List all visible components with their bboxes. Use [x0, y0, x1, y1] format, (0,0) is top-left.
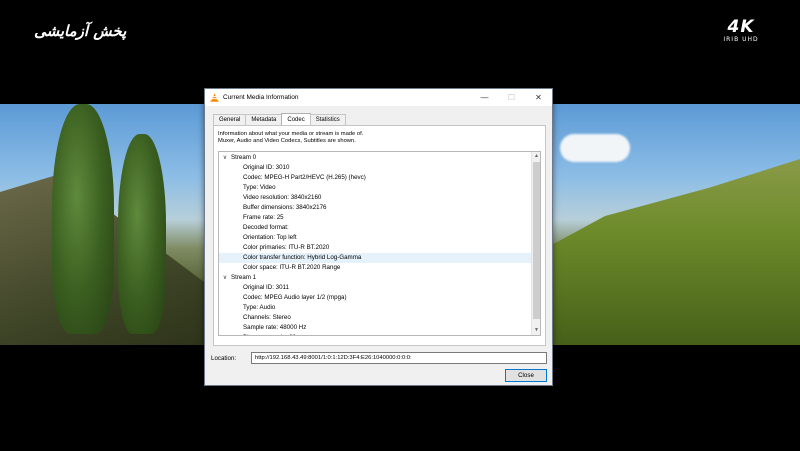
tree-stream-label: Stream 0 — [231, 154, 257, 161]
dialog-title: Current Media Information — [223, 94, 299, 101]
info-line: Muxer, Audio and Video Codecs, Subtitles… — [218, 138, 356, 144]
tab-codec[interactable]: Codec — [281, 113, 311, 125]
tree-item[interactable]: Buffer dimensions: 3840x2176 — [219, 203, 531, 213]
tree-stream-header[interactable]: ∨ Stream 1 — [219, 273, 531, 283]
tree-item-label: Frame rate: 25 — [243, 214, 284, 221]
chevron-down-icon[interactable]: ∨ — [221, 273, 229, 283]
minimize-button[interactable]: — — [471, 89, 498, 106]
codec-panel: Information about what your media or str… — [213, 125, 546, 346]
info-line: Information about what your media or str… — [218, 131, 364, 137]
tree-item[interactable]: Video resolution: 3840x2160 — [219, 193, 531, 203]
location-input[interactable] — [251, 352, 547, 364]
cloud — [560, 134, 630, 162]
tree-item[interactable]: Original ID: 3010 — [219, 163, 531, 173]
info-text: Information about what your media or str… — [218, 131, 363, 145]
close-window-button[interactable]: ✕ — [525, 89, 552, 106]
quality-logo-text: 4K — [727, 17, 755, 37]
tree-item-label: Type: Audio — [243, 304, 276, 311]
tree-item-label: Orientation: Top left — [243, 234, 297, 241]
tree-item[interactable]: Frame rate: 25 — [219, 213, 531, 223]
quality-logo-subtext: IRIB UHD — [723, 36, 759, 43]
scroll-down-icon[interactable]: ▼ — [532, 326, 540, 335]
tree-item-label: Sample rate: 48000 Hz — [243, 324, 307, 331]
tree-item-label: Codec: MPEG Audio layer 1/2 (mpga) — [243, 294, 347, 301]
tree-item-label: Color space: ITU-R BT.2020 Range — [243, 264, 341, 271]
scroll-thumb[interactable] — [533, 162, 540, 319]
window-controls: — ☐ ✕ — [471, 89, 552, 106]
tab-general[interactable]: General — [213, 114, 247, 125]
location-label: Location: — [211, 355, 237, 362]
tree-item-label: Original ID: 3010 — [243, 164, 290, 171]
tab-bar: General Metadata Codec Statistics — [213, 113, 346, 125]
tree-item[interactable]: Orientation: Top left — [219, 233, 531, 243]
tab-metadata[interactable]: Metadata — [245, 114, 283, 125]
tree-item-label: Type: Video — [243, 184, 276, 191]
maximize-button[interactable]: ☐ — [498, 89, 525, 106]
tree-item-label: Original ID: 3011 — [243, 284, 289, 291]
tree — [52, 104, 114, 334]
tree-item[interactable]: Original ID: 3011 — [219, 283, 531, 293]
chevron-down-icon[interactable]: ∨ — [221, 153, 229, 163]
scroll-up-icon[interactable]: ▲ — [532, 152, 540, 161]
vlc-cone-icon — [210, 93, 219, 102]
tree-item-label: Bits per sample: 32 — [243, 333, 296, 335]
codec-tree[interactable]: ∨ Stream 0 Original ID: 3010 Codec: MPEG-H … — [218, 151, 541, 336]
tree-item[interactable]: Color space: ITU-R BT.2020 Range — [219, 263, 531, 273]
close-button[interactable]: Close — [505, 369, 547, 382]
tree-item-label: Channels: Stereo — [243, 314, 291, 321]
tree-item-label: Codec: MPEG-H Part2/HEVC (H.265) (hevc) — [243, 174, 366, 181]
quality-logo: 4K IRIB UHD — [716, 18, 766, 43]
title-bar[interactable]: Current Media Information — ☐ ✕ — [205, 89, 552, 106]
tree-item-label: Video resolution: 3840x2160 — [243, 194, 322, 201]
media-info-dialog: Current Media Information — ☐ ✕ General … — [204, 88, 553, 386]
tree-item-label: Buffer dimensions: 3840x2176 — [243, 204, 327, 211]
tree-item[interactable]: Color transfer function: Hybrid Log-Gamm… — [219, 253, 531, 263]
tree-item-label: Color primaries: ITU-R BT.2020 — [243, 244, 330, 251]
channel-logo: پخش آزمایشی — [34, 22, 127, 40]
tree-item[interactable]: Color primaries: ITU-R BT.2020 — [219, 243, 531, 253]
tree-stream-header[interactable]: ∨ Stream 0 — [219, 153, 531, 163]
tree-item[interactable]: Decoded format: — [219, 223, 531, 233]
tree-item[interactable]: Bits per sample: 32 — [219, 333, 531, 335]
vertical-scrollbar[interactable]: ▲ ▼ — [531, 152, 540, 335]
tab-statistics[interactable]: Statistics — [309, 114, 346, 125]
tree-item[interactable]: Type: Video — [219, 183, 531, 193]
tree-item-label: Color transfer function: Hybrid Log-Gamm… — [243, 254, 362, 261]
tree-item[interactable]: Channels: Stereo — [219, 313, 531, 323]
tree-stream-label: Stream 1 — [231, 274, 257, 281]
tree-item[interactable]: Type: Audio — [219, 303, 531, 313]
tree-item[interactable]: Sample rate: 48000 Hz — [219, 323, 531, 333]
tree-item-label: Decoded format: — [243, 224, 289, 231]
tree-item[interactable]: Codec: MPEG Audio layer 1/2 (mpga) — [219, 293, 531, 303]
tree-item[interactable]: Codec: MPEG-H Part2/HEVC (H.265) (hevc) — [219, 173, 531, 183]
tree — [118, 134, 166, 334]
